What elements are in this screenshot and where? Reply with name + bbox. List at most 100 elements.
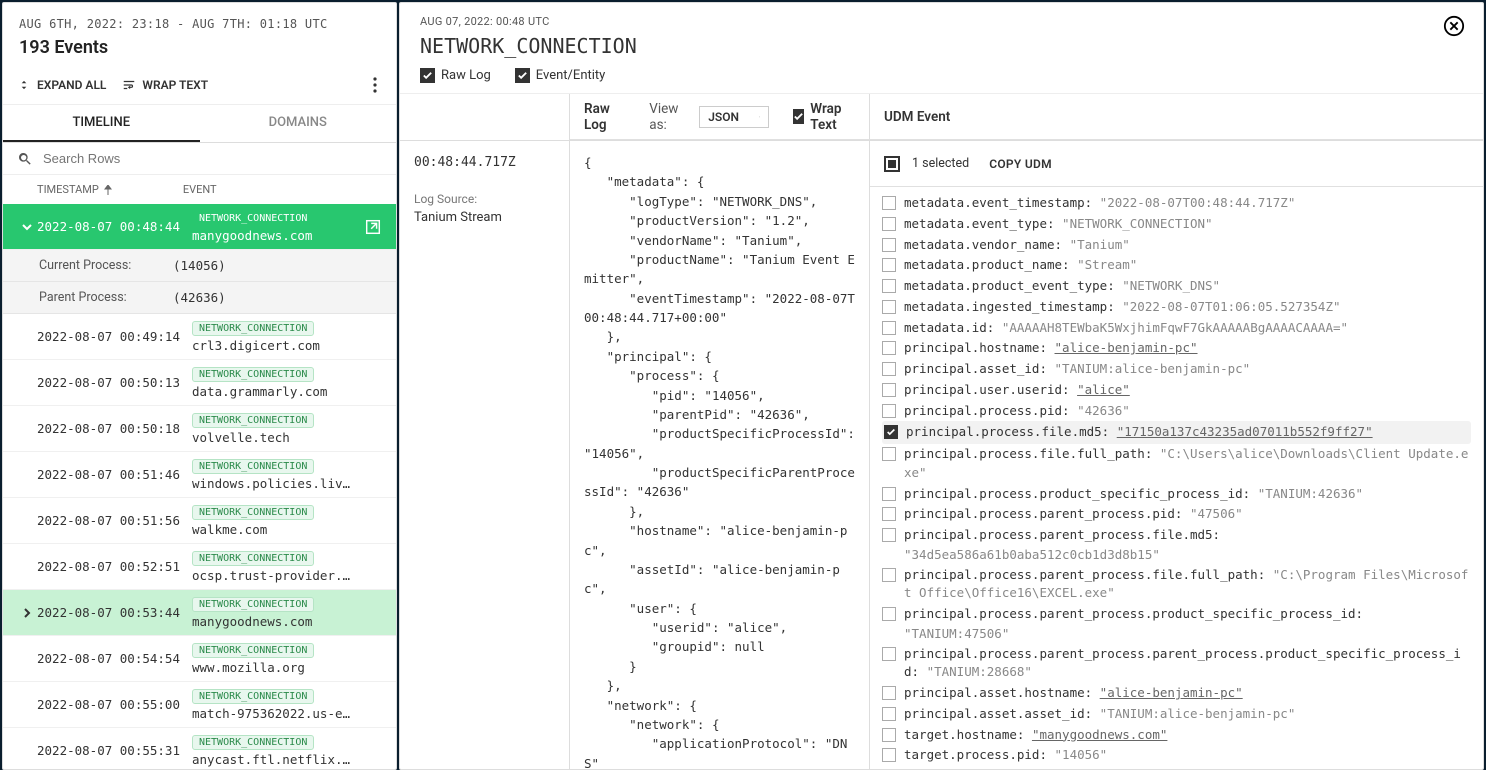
wrap-text-toggle[interactable]: Wrap Text [793,101,855,133]
event-row[interactable]: 2022-08-07 00:53:44NETWORK_CONNECTIONman… [3,590,396,636]
event-row[interactable]: 2022-08-07 00:51:46NETWORK_CONNECTIONwin… [3,452,396,498]
udm-field-row[interactable]: principal.process.product_specific_proce… [882,484,1471,505]
udm-field-row[interactable]: metadata.id: "AAAAAH8TEWbaK5WxjhimFqwF7G… [882,318,1471,339]
indeterminate-icon [888,160,896,168]
udm-field-checkbox[interactable] [882,487,896,501]
udm-field-row[interactable]: metadata.product_event_type: "NETWORK_DN… [882,276,1471,297]
udm-field-row[interactable]: principal.process.file.md5: "17150a137c4… [882,421,1471,444]
udm-field-row[interactable]: principal.asset.asset_id: "TANIUM:alice-… [882,704,1471,725]
json-viewer[interactable]: { "metadata": { "logType": "NETWORK_DNS"… [570,141,869,769]
udm-field-checkbox[interactable] [882,607,896,621]
udm-field-row[interactable]: metadata.ingested_timestamp: "2022-08-07… [882,297,1471,318]
udm-field-checkbox[interactable] [882,568,896,582]
udm-field-row[interactable]: metadata.product_name: "Stream" [882,255,1471,276]
udm-field-checkbox[interactable] [882,279,896,293]
udm-field-key: metadata.vendor_name: [904,237,1070,252]
search-input[interactable] [17,151,382,166]
udm-field-value[interactable]: "alice-benjamin-pc" [1100,685,1243,700]
udm-field-row[interactable]: metadata.event_type: "NETWORK_CONNECTION… [882,214,1471,235]
more-menu-button[interactable] [364,74,386,96]
current-process-value: (14056) [173,258,226,273]
udm-field-checkbox[interactable] [882,447,896,461]
tab-timeline[interactable]: TIMELINE [3,105,200,142]
expand-caret[interactable] [17,221,37,233]
timestamp-source-column: 00:48:44.717Z Log Source: Tanium Stream [400,141,570,769]
event-row[interactable]: 2022-08-07 00:48:44NETWORK_CONNECTIONman… [3,204,396,250]
udm-field-checkbox[interactable] [882,321,896,335]
event-row[interactable]: 2022-08-07 00:50:18NETWORK_CONNECTIONvol… [3,406,396,452]
udm-field-key: principal.process.parent_process.pid: [904,506,1190,521]
udm-field-checkbox[interactable] [882,528,896,542]
tab-domains[interactable]: DOMAINS [200,105,397,142]
udm-field-value[interactable]: "alice" [1077,382,1130,397]
udm-field-checkbox[interactable] [882,300,896,314]
udm-field-row[interactable]: principal.user.userid: "alice" [882,380,1471,401]
udm-field-checkbox[interactable] [882,362,896,376]
udm-field-row[interactable]: principal.asset.hostname: "alice-benjami… [882,683,1471,704]
event-row[interactable]: 2022-08-07 00:55:00NETWORK_CONNECTIONmat… [3,682,396,728]
header-timestamp[interactable]: TIMESTAMP [37,183,113,196]
toggle-event-entity[interactable]: Event/Entity [515,68,606,83]
udm-field-row[interactable]: principal.process.parent_process.pid: "4… [882,504,1471,525]
event-body: NETWORK_CONNECTIONvolvelle.tech [192,412,382,445]
udm-field-row[interactable]: metadata.event_timestamp: "2022-08-07T00… [882,193,1471,214]
event-row[interactable]: 2022-08-07 00:52:51NETWORK_CONNECTIONocs… [3,544,396,590]
select-all-checkbox[interactable] [884,156,900,172]
udm-field-row[interactable]: principal.asset_id: "TANIUM:alice-benjam… [882,359,1471,380]
expand-all-button[interactable]: EXPAND ALL [17,78,106,92]
udm-field-row[interactable]: principal.process.parent_process.file.md… [882,525,1471,546]
udm-field-checkbox[interactable] [884,425,898,439]
udm-field-checkbox[interactable] [882,238,896,252]
close-button[interactable] [1443,15,1465,37]
udm-field-checkbox[interactable] [882,686,896,700]
event-row[interactable]: 2022-08-07 00:50:13NETWORK_CONNECTIONdat… [3,360,396,406]
udm-field-row[interactable]: principal.hostname: "alice-benjamin-pc" [882,338,1471,359]
udm-field-value[interactable]: "alice-benjamin-pc" [1055,340,1198,355]
udm-field-checkbox[interactable] [882,507,896,521]
toggle-raw-log[interactable]: Raw Log [420,68,491,83]
open-detail-icon[interactable] [364,218,382,236]
udm-field-key: principal.process.product_specific_proce… [904,486,1258,501]
udm-field-value[interactable]: "manygoodnews.com" [1032,727,1167,742]
udm-field-checkbox[interactable] [882,341,896,355]
event-row[interactable]: 2022-08-07 00:51:56NETWORK_CONNECTIONwal… [3,498,396,544]
udm-field-row[interactable]: metadata.vendor_name: "Tanium" [882,235,1471,256]
udm-field-checkbox[interactable] [882,707,896,721]
udm-field-checkbox[interactable] [882,196,896,210]
udm-field-checkbox[interactable] [882,748,896,762]
event-row[interactable]: 2022-08-07 00:55:31NETWORK_CONNECTIONany… [3,728,396,769]
rawlog-label: Raw Log [584,101,623,133]
udm-field-list[interactable]: metadata.event_timestamp: "2022-08-07T00… [870,187,1483,769]
udm-field-key: target.process.pid: [904,747,1055,762]
udm-field-row[interactable]: target.process.product_specific_process_… [882,766,1471,769]
detail-right-panel: AUG 07, 2022: 00:48 UTC NETWORK_CONNECTI… [399,2,1484,770]
checkbox-checked-icon [515,68,530,83]
udm-field-checkbox[interactable] [882,258,896,272]
event-list[interactable]: 2022-08-07 00:48:44NETWORK_CONNECTIONman… [3,204,396,769]
udm-field-checkbox[interactable] [882,217,896,231]
event-row[interactable]: 2022-08-07 00:54:54NETWORK_CONNECTIONwww… [3,636,396,682]
viewas-dropdown[interactable]: JSON [699,106,769,128]
wrap-text-button[interactable]: WRAP TEXT [122,78,208,92]
udm-field-row[interactable]: principal.process.parent_process.parent_… [882,644,1471,684]
udm-field-row[interactable]: principal.process.parent_process.product… [882,604,1471,625]
udm-field-checkbox[interactable] [882,383,896,397]
udm-field-row[interactable]: principal.process.parent_process.file.fu… [882,565,1471,605]
udm-field-value[interactable]: "17150a137c43235ad07011b552f9ff27" [1117,424,1373,439]
parent-process-value: (42636) [173,290,226,305]
udm-field-key: principal.process.file.md5: [906,424,1117,439]
event-timestamp: 2022-08-07 00:55:31 [37,743,192,758]
udm-field-row[interactable]: target.process.pid: "14056" [882,745,1471,766]
udm-label: UDM Event [884,109,950,125]
udm-field-checkbox[interactable] [882,647,896,661]
event-row[interactable]: 2022-08-07 00:49:14NETWORK_CONNECTIONcrl… [3,314,396,360]
udm-field-row[interactable]: principal.process.file.full_path: "C:\Us… [882,444,1471,484]
udm-field-checkbox[interactable] [882,404,896,418]
udm-field-row[interactable]: target.hostname: "manygoodnews.com" [882,725,1471,746]
udm-field-row[interactable]: principal.process.pid: "42636" [882,401,1471,422]
event-timestamp: 2022-08-07 00:54:54 [37,651,192,666]
udm-field-checkbox[interactable] [882,728,896,742]
close-icon [1443,15,1465,37]
expand-caret[interactable] [17,607,37,619]
copy-udm-button[interactable]: COPY UDM [989,157,1052,171]
